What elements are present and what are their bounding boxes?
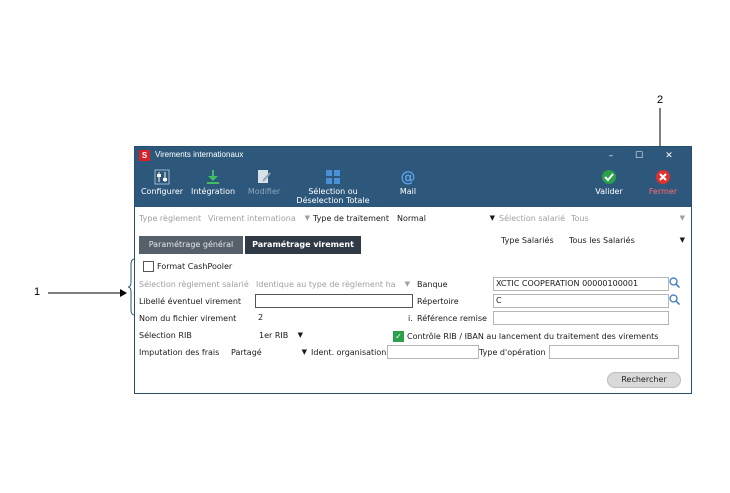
- selection-reglement-select[interactable]: Identique au type de règlement ha ▼: [256, 278, 412, 291]
- nom-fichier-suffix: i.: [408, 314, 413, 323]
- selection-rib-label: Sélection RIB: [139, 331, 192, 340]
- mail-button[interactable]: @ Mail: [393, 169, 423, 196]
- at-sign-icon: @: [400, 168, 416, 186]
- repertoire-label: Répertoire: [417, 297, 459, 306]
- type-reglement-label: Type règlement: [139, 214, 202, 223]
- search-icon[interactable]: [669, 277, 681, 289]
- type-traitement-select[interactable]: Normal ▼: [397, 212, 497, 225]
- minimize-icon[interactable]: –: [603, 149, 619, 163]
- banque-field[interactable]: XCTIC COOPERATION 00000100001: [493, 277, 669, 291]
- libelle-field[interactable]: [255, 294, 413, 308]
- tab-parametrage-virement[interactable]: Paramétrage virement: [245, 236, 361, 254]
- nom-fichier-field[interactable]: 2: [255, 311, 401, 325]
- callout-number-1: 1: [34, 286, 41, 298]
- banque-label: Banque: [417, 280, 448, 289]
- type-salaries-label: Type Salariés: [501, 236, 554, 245]
- nom-fichier-label: Nom du fichier virement: [139, 314, 237, 323]
- sliders-icon: [154, 169, 170, 185]
- format-cashpooler-checkbox[interactable]: [143, 261, 154, 272]
- reference-remise-label: Référence remise: [417, 314, 487, 323]
- controle-rib-label: Contrôle RIB / IBAN au lancement du trai…: [407, 332, 659, 341]
- mail-label: Mail: [399, 187, 417, 196]
- imputation-value: Partagé: [231, 348, 262, 357]
- close-icon[interactable]: ✕: [661, 149, 677, 163]
- repertoire-value: C: [496, 296, 502, 305]
- format-cashpooler-label: Format CashPooler: [157, 262, 233, 271]
- edit-document-icon: [256, 169, 272, 185]
- chevron-down-icon: ▼: [304, 214, 310, 222]
- virements-internationaux-window: S Virements internationaux – ☐ ✕ Configu…: [134, 146, 692, 394]
- selection-salarie-value: Tous: [571, 214, 589, 223]
- fermer-label: Fermer: [648, 187, 678, 196]
- configurer-button[interactable]: Configurer: [139, 169, 185, 196]
- title-bar: S Virements internationaux – ☐ ✕: [135, 147, 691, 165]
- app-logo-icon: S: [139, 150, 150, 161]
- chevron-down-icon: ▼: [489, 214, 495, 222]
- configurer-label: Configurer: [140, 187, 184, 196]
- rechercher-button[interactable]: Rechercher: [607, 372, 681, 388]
- window-title: Virements internationaux: [155, 150, 244, 159]
- toolbar: Configurer Intégration Modifier Sélectio…: [135, 165, 691, 207]
- imputation-label: Imputation des frais: [139, 348, 220, 357]
- check-circle-icon: [601, 169, 617, 185]
- valider-label: Valider: [595, 187, 623, 196]
- type-operation-label: Type d'opération: [479, 348, 546, 357]
- selection-rib-select[interactable]: 1er RIB ▼: [259, 329, 305, 342]
- selection-salarie-select[interactable]: Tous ▼: [571, 212, 687, 225]
- chevron-down-icon: ▼: [297, 331, 303, 339]
- type-salaries-value: Tous les Salariés: [569, 236, 635, 245]
- type-traitement-label: Type de traitement: [313, 214, 389, 223]
- grid-select-icon: [325, 169, 341, 185]
- ident-organisation-field[interactable]: [387, 345, 479, 359]
- libelle-label: Libellé éventuel virement: [139, 297, 242, 306]
- tab-parametrage-general[interactable]: Paramétrage général: [139, 236, 243, 254]
- reference-remise-field[interactable]: [493, 311, 669, 325]
- type-salaries-select[interactable]: Tous les Salariés ▼: [569, 234, 687, 247]
- type-traitement-value: Normal: [397, 214, 426, 223]
- integration-button[interactable]: Intégration: [189, 169, 237, 196]
- modifier-label: Modifier: [247, 187, 281, 196]
- selection-label-line2: Déselection Totale: [296, 196, 370, 205]
- selection-reglement-value: Identique au type de règlement ha: [256, 280, 396, 289]
- imputation-select[interactable]: Partagé ▼: [231, 346, 309, 359]
- controle-rib-checkbox[interactable]: ✓: [393, 331, 404, 342]
- selection-totale-button[interactable]: Sélection ou Déselection Totale: [285, 169, 381, 205]
- type-reglement-select[interactable]: Virement internationa ▼: [208, 212, 312, 225]
- modifier-button[interactable]: Modifier: [243, 169, 285, 196]
- close-circle-icon: [655, 169, 671, 185]
- ident-organisation-label: Ident. organisation: [311, 348, 387, 357]
- chevron-down-icon: ▼: [404, 280, 410, 288]
- valider-button[interactable]: Valider: [589, 169, 629, 196]
- callout-number-2: 2: [657, 94, 664, 106]
- chevron-down-icon: ▼: [679, 214, 685, 222]
- selection-rib-value: 1er RIB: [259, 331, 289, 340]
- banque-value: XCTIC COOPERATION 00000100001: [496, 279, 639, 288]
- callout-arrow-1: [48, 288, 128, 300]
- type-reglement-value: Virement internationa: [208, 214, 296, 223]
- download-icon: [205, 169, 221, 185]
- type-operation-field[interactable]: [549, 345, 679, 359]
- chevron-down-icon: ▼: [301, 348, 307, 356]
- selection-reglement-label: Sélection règlement salarié: [139, 280, 249, 289]
- fermer-button[interactable]: Fermer: [641, 169, 685, 196]
- chevron-down-icon: ▼: [679, 236, 685, 244]
- selection-salarie-label: Sélection salarié: [499, 214, 566, 223]
- integration-label: Intégration: [190, 187, 236, 196]
- nom-fichier-value: 2: [258, 313, 264, 322]
- repertoire-field[interactable]: C: [493, 294, 669, 308]
- maximize-icon[interactable]: ☐: [631, 149, 647, 163]
- selection-label-line1: Sélection ou: [308, 187, 358, 196]
- search-icon[interactable]: [669, 294, 681, 306]
